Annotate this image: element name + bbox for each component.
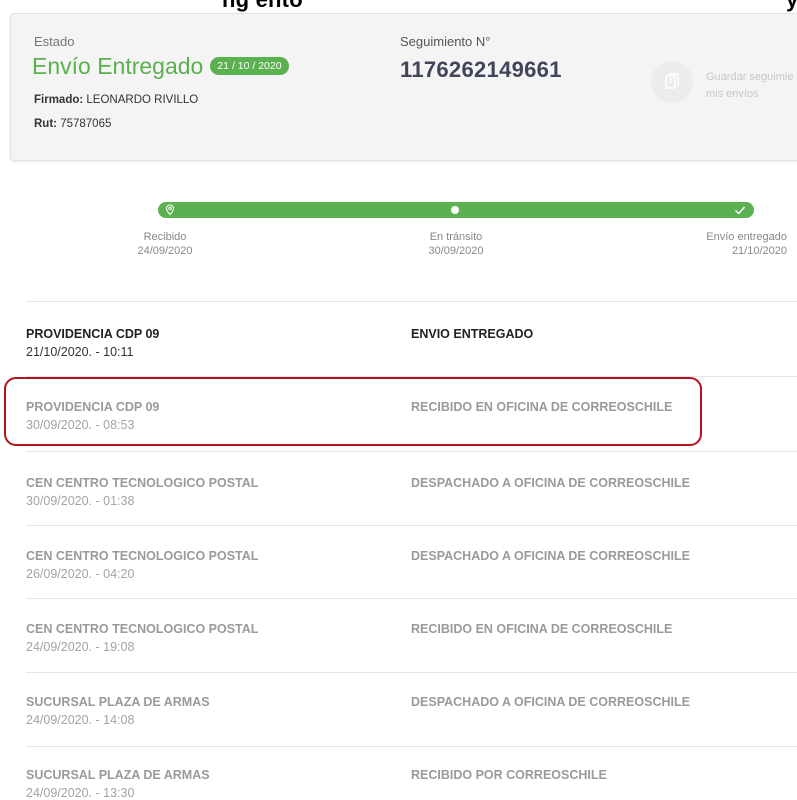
- event-time: 26/09/2020. - 04:20: [26, 567, 135, 581]
- step-received: Recibido 24/09/2020: [118, 230, 212, 258]
- save-tracking-label[interactable]: Guardar seguimie mis envíos: [706, 69, 793, 103]
- event-time: 24/09/2020. - 13:30: [26, 786, 135, 800]
- event-place: CEN CENTRO TECNOLOGICO POSTAL: [26, 476, 259, 490]
- cropped-heading-text: ng ento: [222, 0, 303, 13]
- step-in-transit-date: 30/09/2020: [428, 245, 484, 257]
- signed-value: LEONARDO RIVILLO: [86, 94, 199, 106]
- estado-label: Estado: [34, 34, 75, 49]
- cropped-heading-trail: y: [786, 0, 797, 13]
- step-in-transit: En tránsito 30/09/2020: [409, 230, 503, 258]
- tracking-label: Seguimiento N°: [400, 34, 491, 49]
- delivery-date-badge: 21 / 10 / 2020: [210, 56, 289, 75]
- event-status: DESPACHADO A OFICINA DE CORREOSCHILE: [411, 549, 690, 563]
- event-status: ENVIO ENTREGADO: [411, 327, 534, 341]
- event-place: CEN CENTRO TECNOLOGICO POSTAL: [26, 622, 259, 636]
- event-place: SUCURSAL PLAZA DE ARMAS: [26, 768, 210, 782]
- status-card: Estado Envío Entregado 21 / 10 / 2020 Fir…: [10, 13, 797, 161]
- save-tracking-line2: mis envíos: [706, 88, 759, 100]
- highlight-annotation: [4, 377, 702, 446]
- event-time: 21/10/2020. - 10:11: [26, 345, 134, 359]
- step-received-date: 24/09/2020: [137, 245, 193, 257]
- rut: Rut: 75787065: [34, 118, 111, 130]
- divider: [26, 301, 797, 302]
- step-delivered-label: Envío entregado: [706, 231, 787, 243]
- rut-label: Rut:: [34, 118, 57, 130]
- step-delivered: Envío entregado 21/10/2020: [680, 230, 787, 258]
- event-status: DESPACHADO A OFICINA DE CORREOSCHILE: [411, 476, 690, 490]
- check-icon: [735, 206, 746, 215]
- step-delivered-date: 21/10/2020: [731, 245, 787, 257]
- event-status: DESPACHADO A OFICINA DE CORREOSCHILE: [411, 695, 690, 709]
- save-tracking-button[interactable]: [651, 61, 693, 103]
- divider: [26, 525, 797, 526]
- event-time: 24/09/2020. - 14:08: [26, 713, 135, 727]
- tracking-number: 1176262149661: [400, 57, 562, 82]
- bookmark-icon: [665, 73, 679, 89]
- transit-dot-icon: [451, 206, 459, 214]
- event-time: 30/09/2020. - 01:38: [26, 494, 135, 508]
- estado-value: Envío Entregado 21 / 10 / 2020: [32, 53, 289, 80]
- event-time: 24/09/2020. - 19:08: [26, 640, 135, 654]
- divider: [26, 598, 797, 599]
- step-received-label: Recibido: [143, 231, 187, 243]
- cropped-heading: ng ento y: [0, 0, 797, 13]
- event-status: RECIBIDO EN OFICINA DE CORREOSCHILE: [411, 622, 673, 636]
- event-place: SUCURSAL PLAZA DE ARMAS: [26, 695, 210, 709]
- save-tracking-line1: Guardar seguimie: [706, 71, 794, 83]
- event-place: PROVIDENCIA CDP 09: [26, 327, 160, 341]
- signed-label: Firmado:: [34, 94, 84, 106]
- divider: [26, 451, 797, 452]
- divider: [26, 746, 797, 747]
- signed-by: Firmado: LEONARDO RIVILLO: [34, 94, 198, 106]
- event-place: CEN CENTRO TECNOLOGICO POSTAL: [26, 549, 259, 563]
- divider: [26, 672, 797, 673]
- estado-value-text: Envío Entregado: [32, 53, 204, 79]
- rut-value: 75787065: [60, 118, 112, 130]
- location-pin-icon: [165, 204, 175, 216]
- step-in-transit-label: En tránsito: [429, 231, 483, 243]
- event-status: RECIBIDO POR CORREOSCHILE: [411, 768, 607, 782]
